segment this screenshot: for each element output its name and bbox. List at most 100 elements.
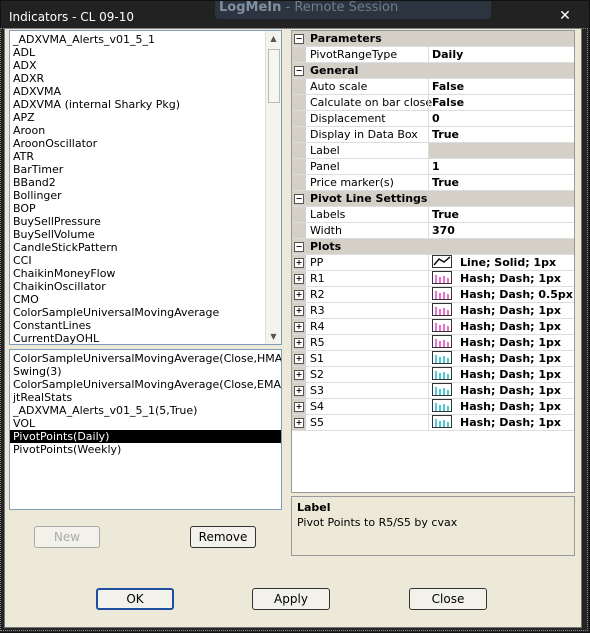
applied-indicator-item[interactable]: Swing(3) bbox=[10, 365, 281, 378]
property-value[interactable]: Hash; Dash; 1px bbox=[428, 319, 574, 334]
property-value[interactable]: True bbox=[428, 127, 574, 142]
property-row[interactable]: Width 370 bbox=[292, 223, 574, 239]
applied-indicator-item[interactable]: _ADXVMA_Alerts_v01_5_1(5,True) bbox=[10, 404, 281, 417]
applied-indicators-list[interactable]: ColorSampleUniversalMovingAverage(Close,… bbox=[9, 349, 282, 510]
property-value[interactable]: Daily bbox=[428, 47, 574, 62]
apply-button[interactable]: Apply bbox=[252, 588, 330, 610]
property-value[interactable]: 370 bbox=[428, 223, 574, 238]
property-value[interactable]: Hash; Dash; 1px bbox=[428, 303, 574, 318]
indicator-list-item[interactable]: CCI bbox=[10, 254, 265, 267]
property-row[interactable]: + R5 Hash; Dash; 1px bbox=[292, 335, 574, 351]
indicator-list-item[interactable]: APZ bbox=[10, 111, 265, 124]
indicator-list-item[interactable]: ADX bbox=[10, 59, 265, 72]
new-button[interactable]: New bbox=[34, 526, 100, 548]
expand-icon[interactable]: + bbox=[294, 258, 304, 268]
expand-icon[interactable]: + bbox=[294, 322, 304, 332]
indicator-list-item[interactable]: BuySellPressure bbox=[10, 215, 265, 228]
category-plots[interactable]: − Plots bbox=[292, 239, 574, 255]
collapse-icon[interactable]: − bbox=[294, 242, 304, 252]
collapse-icon[interactable]: − bbox=[294, 66, 304, 76]
indicator-list-item[interactable]: CandleStickPattern bbox=[10, 241, 265, 254]
indicator-list-item[interactable]: ADXVMA (internal Sharky Pkg) bbox=[10, 98, 265, 111]
close-button[interactable]: Close bbox=[409, 588, 487, 610]
property-value[interactable]: Hash; Dash; 1px bbox=[428, 351, 574, 366]
property-value[interactable]: 1 bbox=[428, 159, 574, 174]
property-value[interactable]: Line; Solid; 1px bbox=[428, 255, 574, 270]
property-row[interactable]: + R4 Hash; Dash; 1px bbox=[292, 319, 574, 335]
expand-icon[interactable]: + bbox=[294, 370, 304, 380]
close-icon[interactable]: ✕ bbox=[558, 9, 572, 24]
applied-indicator-item[interactable]: PivotPoints(Weekly) bbox=[10, 443, 281, 456]
property-row[interactable]: Displacement 0 bbox=[292, 111, 574, 127]
scroll-down-icon[interactable]: ▼ bbox=[266, 329, 281, 344]
property-row[interactable]: + S3 Hash; Dash; 1px bbox=[292, 383, 574, 399]
property-row[interactable]: Labels True bbox=[292, 207, 574, 223]
property-value[interactable]: Hash; Dash; 1px bbox=[428, 367, 574, 382]
property-row[interactable]: + S2 Hash; Dash; 1px bbox=[292, 367, 574, 383]
available-list-scrollbar[interactable]: ▲ ▼ bbox=[265, 31, 281, 344]
indicator-list-item[interactable]: _ADXVMA_Alerts_v01_5_1 bbox=[10, 33, 265, 46]
title-bar[interactable]: Indicators - CL 09-10 LogMeIn - Remote S… bbox=[1, 1, 589, 29]
property-row[interactable]: + R3 Hash; Dash; 1px bbox=[292, 303, 574, 319]
expand-icon[interactable]: + bbox=[294, 386, 304, 396]
scroll-up-icon[interactable]: ▲ bbox=[266, 31, 281, 46]
property-row[interactable]: Display in Data Box True bbox=[292, 127, 574, 143]
indicator-list-item[interactable]: ChaikinOscillator bbox=[10, 280, 265, 293]
property-row[interactable]: Label bbox=[292, 143, 574, 159]
expand-icon[interactable]: + bbox=[294, 354, 304, 364]
expand-icon[interactable]: + bbox=[294, 338, 304, 348]
indicator-list-item[interactable]: Aroon bbox=[10, 124, 265, 137]
indicator-list-item[interactable]: ChaikinMoneyFlow bbox=[10, 267, 265, 280]
indicator-list-item[interactable]: CMO bbox=[10, 293, 265, 306]
property-value[interactable]: True bbox=[428, 207, 574, 222]
property-row[interactable]: + S5 Hash; Dash; 1px bbox=[292, 415, 574, 431]
property-row[interactable]: + R1 Hash; Dash; 1px bbox=[292, 271, 574, 287]
expand-icon[interactable]: + bbox=[294, 418, 304, 428]
ok-button[interactable]: OK bbox=[96, 588, 174, 610]
indicator-list-item[interactable]: BarTimer bbox=[10, 163, 265, 176]
indicator-list-item[interactable]: ConstantLines bbox=[10, 319, 265, 332]
property-value[interactable]: Hash; Dash; 0.5px bbox=[428, 287, 574, 302]
property-row[interactable]: Price marker(s) True bbox=[292, 175, 574, 191]
indicator-list-item[interactable]: AroonOscillator bbox=[10, 137, 265, 150]
indicator-list-item[interactable]: Bollinger bbox=[10, 189, 265, 202]
indicator-list-item[interactable]: ADXR bbox=[10, 72, 265, 85]
indicator-list-item[interactable]: ADXVMA bbox=[10, 85, 265, 98]
category-pivot_line[interactable]: − Pivot Line Settings bbox=[292, 191, 574, 207]
property-row[interactable]: PivotRangeType Daily bbox=[292, 47, 574, 63]
property-grid[interactable]: − Parameters PivotRangeType Daily − General Au… bbox=[291, 30, 575, 493]
indicator-list-item[interactable]: ATR bbox=[10, 150, 265, 163]
expand-icon[interactable]: + bbox=[294, 306, 304, 316]
expand-icon[interactable]: + bbox=[294, 290, 304, 300]
expand-icon[interactable]: + bbox=[294, 274, 304, 284]
property-value[interactable]: Hash; Dash; 1px bbox=[428, 415, 574, 430]
indicator-list-item[interactable]: BOP bbox=[10, 202, 265, 215]
property-value[interactable]: False bbox=[428, 79, 574, 94]
property-row[interactable]: + S1 Hash; Dash; 1px bbox=[292, 351, 574, 367]
property-value[interactable]: True bbox=[428, 175, 574, 190]
property-value[interactable]: Hash; Dash; 1px bbox=[428, 399, 574, 414]
property-row[interactable]: + PP Line; Solid; 1px bbox=[292, 255, 574, 271]
property-value[interactable]: Hash; Dash; 1px bbox=[428, 383, 574, 398]
indicator-list-item[interactable]: ADL bbox=[10, 46, 265, 59]
indicator-list-item[interactable]: CurrentDayOHL bbox=[10, 332, 265, 344]
property-row[interactable]: Calculate on bar close False bbox=[292, 95, 574, 111]
property-value[interactable]: 0 bbox=[428, 111, 574, 126]
property-value[interactable]: Hash; Dash; 1px bbox=[428, 271, 574, 286]
collapse-icon[interactable]: − bbox=[294, 194, 304, 204]
applied-indicator-item[interactable]: VOL bbox=[10, 417, 281, 430]
applied-indicator-item[interactable]: PivotPoints(Daily) bbox=[10, 430, 281, 443]
property-row[interactable]: Panel 1 bbox=[292, 159, 574, 175]
applied-indicator-item[interactable]: ColorSampleUniversalMovingAverage(Close,… bbox=[10, 378, 281, 391]
collapse-icon[interactable]: − bbox=[294, 34, 304, 44]
applied-indicator-item[interactable]: ColorSampleUniversalMovingAverage(Close,… bbox=[10, 352, 281, 365]
property-row[interactable]: Auto scale False bbox=[292, 79, 574, 95]
applied-indicator-item[interactable]: jtRealStats bbox=[10, 391, 281, 404]
indicator-list-item[interactable]: BuySellVolume bbox=[10, 228, 265, 241]
scroll-thumb[interactable] bbox=[268, 49, 280, 103]
indicator-list-item[interactable]: ColorSampleUniversalMovingAverage bbox=[10, 306, 265, 319]
category-general[interactable]: − General bbox=[292, 63, 574, 79]
expand-icon[interactable]: + bbox=[294, 402, 304, 412]
indicator-list-item[interactable]: BBand2 bbox=[10, 176, 265, 189]
property-row[interactable]: + S4 Hash; Dash; 1px bbox=[292, 399, 574, 415]
